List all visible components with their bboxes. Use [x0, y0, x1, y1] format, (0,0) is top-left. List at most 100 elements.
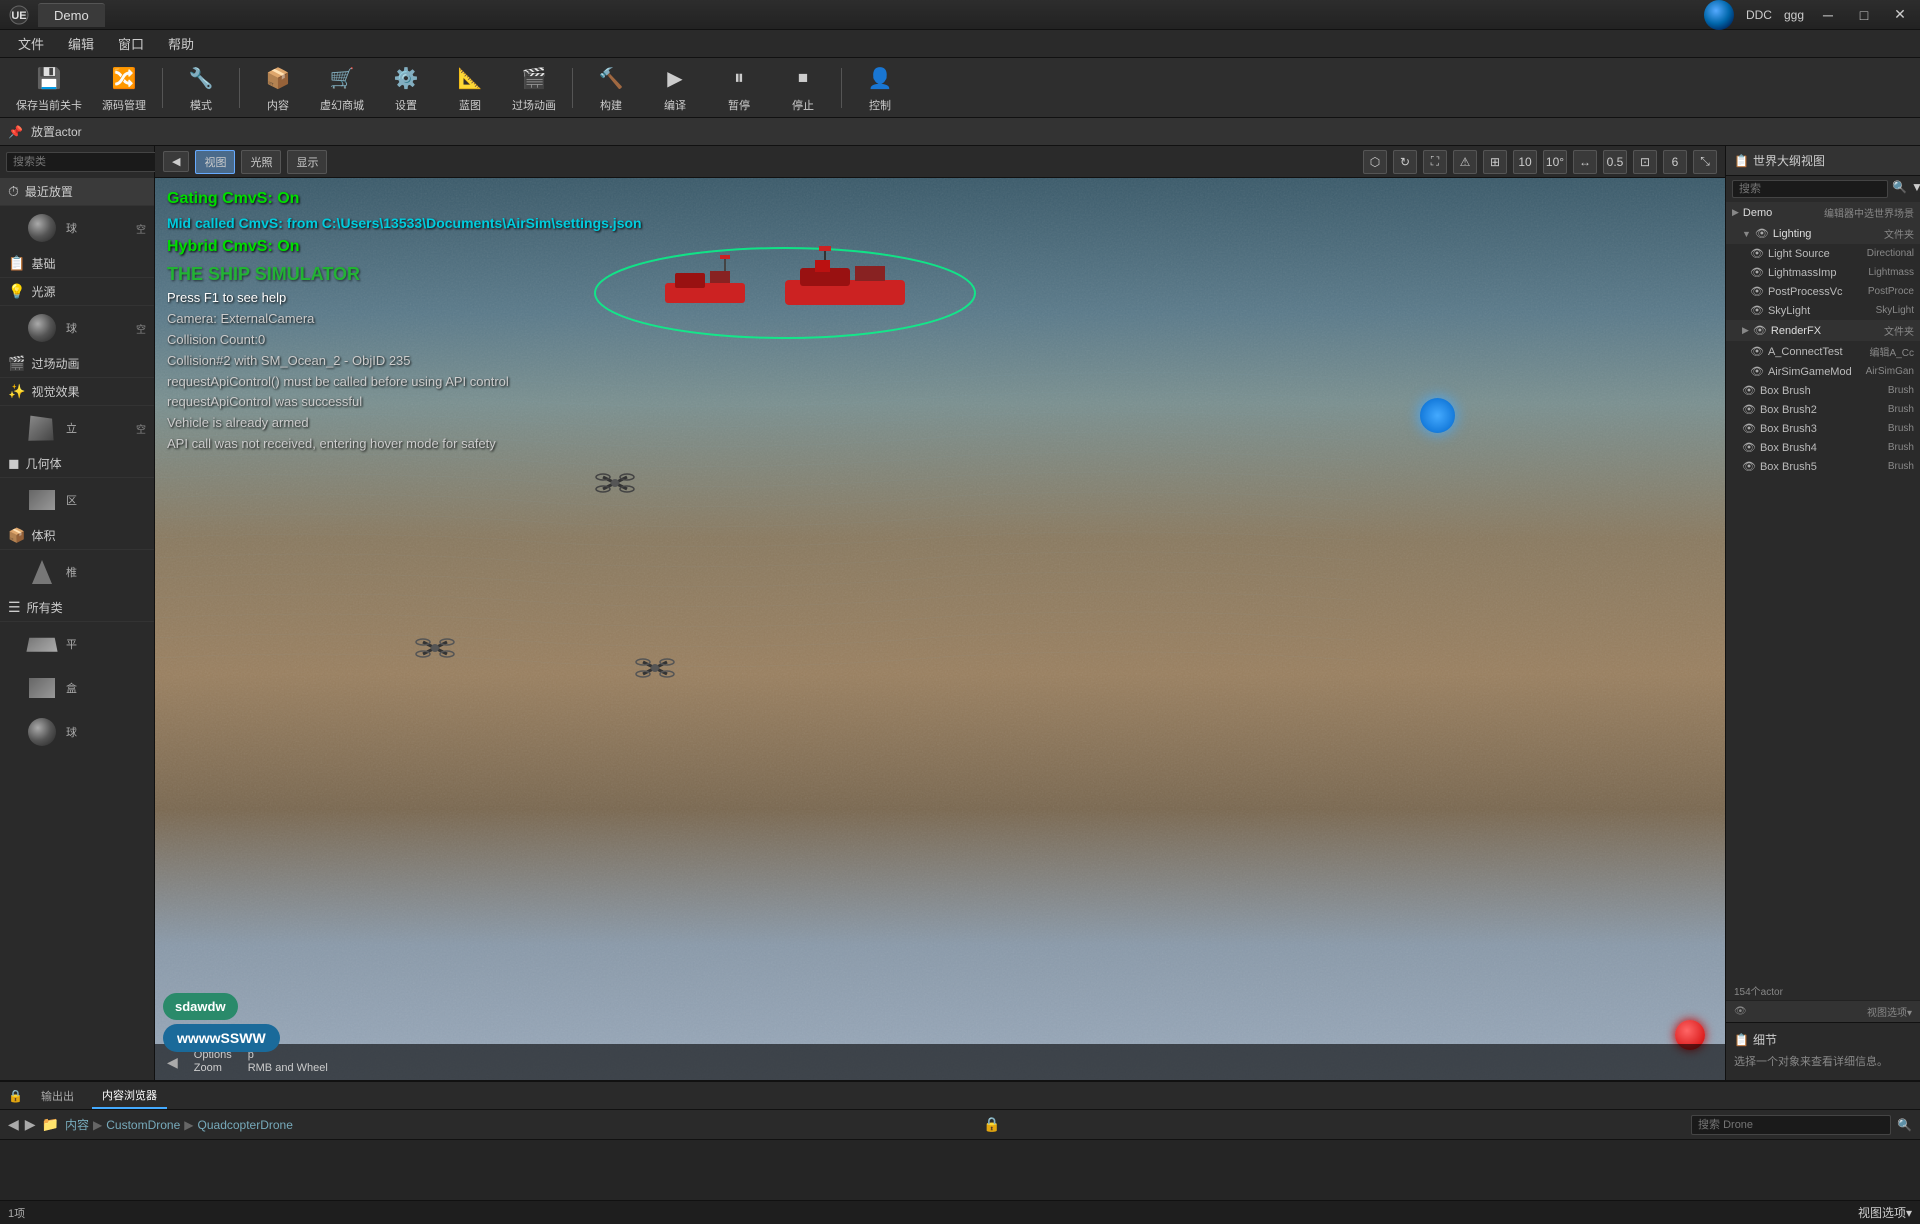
outliner-item-postprocess[interactable]: 👁 PostProcessVc PostProce: [1726, 282, 1920, 301]
outliner-item-airsim[interactable]: 👁 AirSimGameMod AirSimGan: [1726, 362, 1920, 381]
outliner-filter-icon[interactable]: ▼: [1911, 180, 1920, 198]
viewport-angle-value[interactable]: 10°: [1543, 150, 1567, 174]
viewport-icon-btn-4[interactable]: ⚠: [1453, 150, 1477, 174]
toolbar-blueprint[interactable]: 📐 蓝图: [440, 59, 500, 117]
toolbar-control[interactable]: 👤 控制: [850, 59, 910, 117]
menu-file[interactable]: 文件: [8, 30, 54, 57]
viewport-icon-btn-5[interactable]: ⊞: [1483, 150, 1507, 174]
outliner-search-icon[interactable]: 🔍: [1892, 180, 1907, 198]
title-tab[interactable]: Demo: [38, 3, 105, 27]
category-recent[interactable]: ⏱ 最近放置: [0, 178, 154, 206]
viewport-icon-btn-1[interactable]: ⬡: [1363, 150, 1387, 174]
nav-forward-button[interactable]: ▶: [25, 1116, 36, 1133]
category-volume[interactable]: 📦 体积: [0, 522, 154, 550]
vp-btn-view[interactable]: 视图: [195, 150, 235, 174]
oi-eye-box3[interactable]: 👁: [1742, 422, 1756, 435]
shape-box2[interactable]: 盒: [0, 666, 154, 710]
toolbar-market[interactable]: 🛒 虚幻商城: [312, 59, 372, 117]
outliner-item-box1[interactable]: 👁 Box Brush Brush: [1726, 381, 1920, 400]
category-all[interactable]: ☰ 所有类: [0, 594, 154, 622]
toolbar-stop[interactable]: ⏹ 停止: [773, 59, 833, 117]
shape-sphere-1[interactable]: 球 空: [0, 206, 154, 250]
outliner-eye-lighting[interactable]: 👁: [1755, 227, 1769, 240]
maximize-button[interactable]: □: [1852, 5, 1876, 25]
bread-customdrone[interactable]: CustomDrone: [106, 1118, 180, 1132]
toolbar-play[interactable]: ▶ 编译: [645, 59, 705, 117]
category-cinematic[interactable]: 🎬 过场动画: [0, 350, 154, 378]
oi-type-box1: Brush: [1888, 385, 1914, 396]
shape-plane[interactable]: 平: [0, 622, 154, 666]
outliner-item-lighting[interactable]: ▼ 👁 Lighting 文件夹: [1726, 223, 1920, 244]
close-button[interactable]: ✕: [1888, 5, 1912, 25]
outliner-item-lightsource[interactable]: 👁 Light Source Directional: [1726, 244, 1920, 263]
viewport-icon-btn-6[interactable]: ↔: [1573, 150, 1597, 174]
viewport-icon-btn-8[interactable]: ⤡: [1693, 150, 1717, 174]
menu-edit[interactable]: 编辑: [58, 30, 104, 57]
toolbar-mode[interactable]: 🔧 模式: [171, 59, 231, 117]
outliner-item-box4[interactable]: 👁 Box Brush4 Brush: [1726, 438, 1920, 457]
outliner-item-demo[interactable]: ▶ Demo 编辑器中选世界场景: [1726, 202, 1920, 223]
category-geometry[interactable]: ◼ 几何体: [0, 450, 154, 478]
oi-eye-lightsource[interactable]: 👁: [1750, 247, 1764, 260]
category-basic[interactable]: 📋 基础: [0, 250, 154, 278]
outliner-item-renderfx[interactable]: ▶ 👁 RenderFX 文件夹: [1726, 320, 1920, 341]
oi-eye-renderfx[interactable]: 👁: [1753, 324, 1767, 337]
toolbar-source[interactable]: 🔀 源码管理: [94, 59, 154, 117]
oi-eye-box1[interactable]: 👁: [1742, 384, 1756, 397]
vp-btn-back[interactable]: ◀: [163, 151, 189, 172]
toolbar-blueprint-label: 蓝图: [459, 97, 481, 113]
view-options-status[interactable]: 视图选项▾: [1858, 1204, 1912, 1221]
oi-eye-airsim[interactable]: 👁: [1750, 365, 1764, 378]
nav-back-button[interactable]: ◀: [8, 1116, 19, 1133]
viewport[interactable]: Gating CmvS: On Mid called CmvS: from C:…: [155, 178, 1725, 1080]
shape-cube[interactable]: 立 空: [0, 406, 154, 450]
viewport-icon-btn-2[interactable]: ↻: [1393, 150, 1417, 174]
content-search-input[interactable]: [1691, 1115, 1891, 1135]
viewport-number[interactable]: 6: [1663, 150, 1687, 174]
outliner-item-lightmass[interactable]: 👁 LightmassImp Lightmass: [1726, 263, 1920, 282]
toolbar-build[interactable]: 🔨 构建: [581, 59, 641, 117]
outliner-item-connecttest[interactable]: 👁 A_ConnectTest 编辑A_Cc: [1726, 341, 1920, 362]
outliner-item-box5[interactable]: 👁 Box Brush5 Brush: [1726, 457, 1920, 476]
outliner-search-input[interactable]: [1732, 180, 1888, 198]
oi-eye-lightmass[interactable]: 👁: [1750, 266, 1764, 279]
toolbar-settings[interactable]: ⚙️ 设置: [376, 59, 436, 117]
viewport-toolbar: ◀ 视图 光照 显示 ⬡ ↻ ⛶ ⚠ ⊞ 10 10° ↔ 0.5 ⊡ 6 ⤡: [155, 146, 1725, 178]
toolbar-pause[interactable]: ⏸ 暂停: [709, 59, 769, 117]
outliner-item-box2[interactable]: 👁 Box Brush2 Brush: [1726, 400, 1920, 419]
menu-help[interactable]: 帮助: [158, 30, 204, 57]
tab-output[interactable]: 输出出: [31, 1084, 84, 1108]
shape-sphere-2[interactable]: 球 空: [0, 306, 154, 350]
shape-sphere3[interactable]: 球: [0, 710, 154, 754]
toolbar-save[interactable]: 💾 保存当前关卡: [8, 59, 90, 117]
viewport-icon-btn-7[interactable]: ⊡: [1633, 150, 1657, 174]
shape-cone[interactable]: 椎: [0, 550, 154, 594]
tab-content-browser[interactable]: 内容浏览器: [92, 1083, 167, 1109]
viewport-snap-value[interactable]: 10: [1513, 150, 1537, 174]
view-options-label[interactable]: 视图选项▾: [1867, 1004, 1912, 1019]
vp-btn-lighting[interactable]: 光照: [241, 150, 281, 174]
menu-window[interactable]: 窗口: [108, 30, 154, 57]
oi-eye-skylight[interactable]: 👁: [1750, 304, 1764, 317]
bread-content[interactable]: 内容: [65, 1116, 89, 1133]
viewport-icon-btn-3[interactable]: ⛶: [1423, 150, 1447, 174]
viewport-scale-value[interactable]: 0.5: [1603, 150, 1627, 174]
category-light[interactable]: 💡 光源: [0, 278, 154, 306]
oi-eye-box4[interactable]: 👁: [1742, 441, 1756, 454]
toolbar-cinematic[interactable]: 🎬 过场动画: [504, 59, 564, 117]
oi-eye-postprocess[interactable]: 👁: [1750, 285, 1764, 298]
bread-quadcopter[interactable]: QuadcopterDrone: [198, 1118, 293, 1132]
toolbar-content[interactable]: 📦 内容: [248, 59, 308, 117]
outliner-item-box3[interactable]: 👁 Box Brush3 Brush: [1726, 419, 1920, 438]
oi-eye-box5[interactable]: 👁: [1742, 460, 1756, 473]
minimize-button[interactable]: ─: [1816, 5, 1840, 25]
category-visual[interactable]: ✨ 视觉效果: [0, 378, 154, 406]
outliner-item-skylight[interactable]: 👁 SkyLight SkyLight: [1726, 301, 1920, 320]
vp-btn-show[interactable]: 显示: [287, 150, 327, 174]
shape-box[interactable]: 区: [0, 478, 154, 522]
oi-eye-connecttest[interactable]: 👁: [1750, 345, 1764, 358]
left-search-input[interactable]: [6, 152, 162, 172]
chat-bubble-1: sdawdw: [163, 993, 238, 1020]
oi-eye-box2[interactable]: 👁: [1742, 403, 1756, 416]
content-search-icon[interactable]: 🔍: [1897, 1118, 1912, 1132]
